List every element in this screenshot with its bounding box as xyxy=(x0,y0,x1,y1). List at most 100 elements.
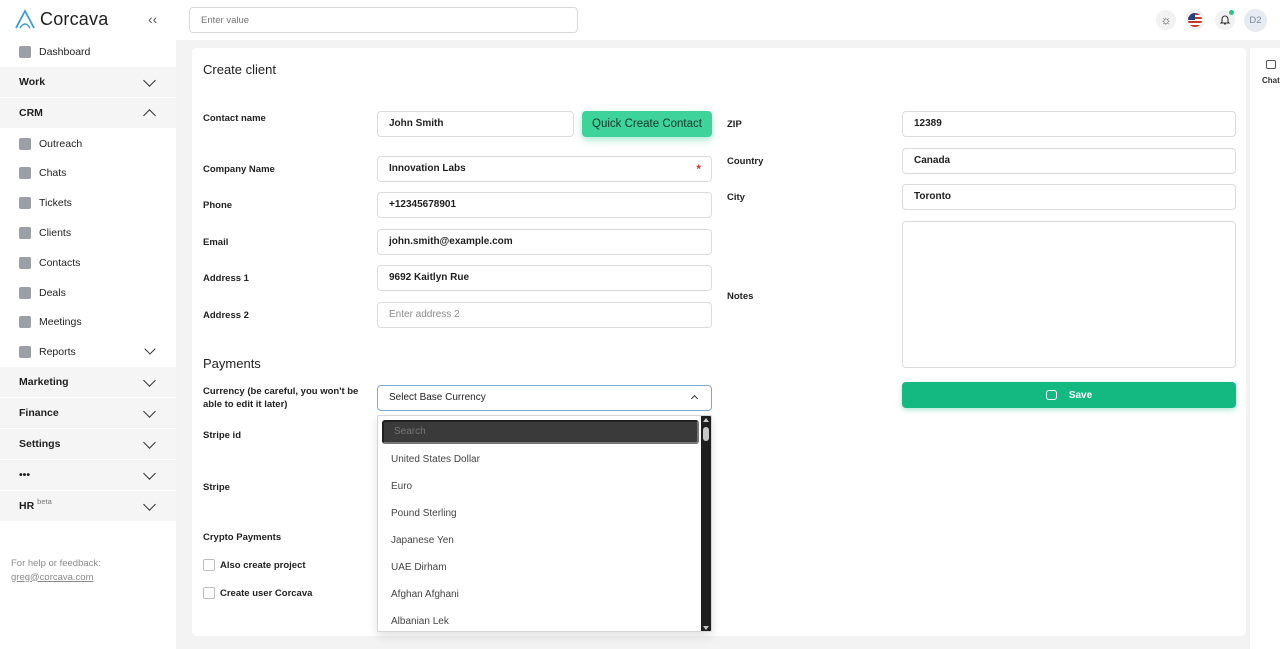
sidebar-item-label: Deals xyxy=(39,286,66,299)
save-button-label: Save xyxy=(1068,389,1093,401)
tickets-icon xyxy=(19,197,31,210)
city-label: City xyxy=(727,192,745,203)
save-button[interactable]: Save xyxy=(902,382,1236,408)
page-title: Create client xyxy=(203,62,276,77)
theme-toggle-sun-icon[interactable]: ☼ xyxy=(1156,10,1176,30)
chevron-up-icon xyxy=(143,108,156,122)
sidebar-group-more[interactable]: ••• xyxy=(0,460,176,492)
currency-option[interactable]: Euro xyxy=(378,473,702,500)
sidebar-group-settings[interactable]: Settings xyxy=(0,429,176,461)
sidebar-group-label: Settings xyxy=(19,438,61,451)
sidebar-item-chats[interactable]: Chats xyxy=(0,159,176,189)
sidebar-group-work[interactable]: Work xyxy=(0,66,176,98)
corcava-logo-icon xyxy=(15,9,35,29)
sidebar-item-label: Tickets xyxy=(39,197,72,210)
create-user-label: Create user Corcava xyxy=(220,588,313,599)
help-text: For help or feedback: xyxy=(11,558,101,569)
sidebar-group-hr[interactable]: HR beta xyxy=(0,491,176,523)
beta-badge: beta xyxy=(37,496,52,506)
currency-option[interactable]: Afghan Afghani xyxy=(378,581,702,608)
phone-label: Phone xyxy=(203,200,233,211)
user-avatar[interactable]: D2 xyxy=(1244,9,1267,32)
notification-dot xyxy=(1229,10,1234,15)
clients-icon xyxy=(19,227,31,240)
currency-option[interactable]: Pound Sterling xyxy=(378,500,702,527)
sidebar-item-label: Outreach xyxy=(39,137,83,150)
currency-option[interactable]: Albanian Lek xyxy=(378,608,702,631)
sidebar-group-label: HR xyxy=(19,500,35,513)
sidebar-item-reports[interactable]: Reports xyxy=(0,337,176,367)
crypto-payments-label: Crypto Payments xyxy=(203,532,282,543)
create-user-checkbox[interactable] xyxy=(203,587,215,599)
sidebar-item-label: Reports xyxy=(39,346,76,359)
city-field[interactable]: Toronto xyxy=(902,184,1236,210)
currency-dropdown: United States Dollar Euro Pound Sterling… xyxy=(377,415,712,632)
contact-name-field[interactable]: John Smith xyxy=(377,111,574,137)
currency-select-value: Select Base Currency xyxy=(389,392,486,403)
help-feedback: For help or feedback: greg@corcava.com xyxy=(11,557,101,584)
dropdown-scrollbar[interactable] xyxy=(701,416,711,631)
also-create-project-checkbox[interactable] xyxy=(203,559,215,571)
chevron-down-icon xyxy=(143,498,156,512)
email-field[interactable]: john.smith@example.com xyxy=(377,229,712,255)
chats-icon xyxy=(19,167,31,180)
address1-field[interactable]: 9692 Kaitlyn Rue xyxy=(377,265,712,291)
company-name-field[interactable]: Innovation Labs * xyxy=(377,156,712,182)
payments-heading: Payments xyxy=(203,356,261,371)
country-label: Country xyxy=(727,156,764,167)
scroll-down-arrow-icon[interactable] xyxy=(703,626,709,630)
company-name-value: Innovation Labs xyxy=(389,163,466,174)
topbar: ☼ D2 xyxy=(176,0,1280,40)
chat-icon xyxy=(1266,60,1276,69)
outreach-icon xyxy=(19,137,31,150)
scroll-up-arrow-icon[interactable] xyxy=(703,418,709,422)
sidebar-group-crm[interactable]: CRM xyxy=(0,97,176,129)
sidebar-item-dashboard[interactable]: Dashboard xyxy=(0,37,176,67)
help-email-link[interactable]: greg@corcava.com xyxy=(11,571,101,585)
quick-create-contact-button[interactable]: Quick Create Contact xyxy=(582,111,712,137)
sidebar-item-clients[interactable]: Clients xyxy=(0,218,176,248)
global-search-input[interactable] xyxy=(189,7,578,33)
contact-name-label: Contact name xyxy=(203,113,266,124)
sidebar-item-contacts[interactable]: Contacts xyxy=(0,248,176,278)
sidebar-group-finance[interactable]: Finance xyxy=(0,398,176,430)
chevron-down-icon xyxy=(143,374,156,388)
currency-option[interactable]: Japanese Yen xyxy=(378,527,702,554)
notes-textarea[interactable] xyxy=(902,221,1236,368)
sidebar-item-label: Contacts xyxy=(39,256,81,269)
sidebar-group-label: Marketing xyxy=(19,376,69,389)
sidebar-item-tickets[interactable]: Tickets xyxy=(0,188,176,218)
language-flag-icon[interactable] xyxy=(1185,10,1205,30)
also-create-project-label: Also create project xyxy=(220,560,306,571)
collapse-sidebar-icon[interactable]: ‹‹ xyxy=(148,12,160,26)
currency-search-input[interactable] xyxy=(382,420,699,444)
address2-field[interactable]: Enter address 2 xyxy=(377,302,712,328)
sidebar-item-meetings[interactable]: Meetings xyxy=(0,308,176,338)
phone-field[interactable]: +12345678901 xyxy=(377,192,712,218)
address2-label: Address 2 xyxy=(203,310,249,321)
sidebar-group-marketing[interactable]: Marketing xyxy=(0,367,176,399)
sidebar-item-label: Chats xyxy=(39,167,67,180)
brand[interactable]: Corcava xyxy=(14,8,108,30)
dashboard-icon xyxy=(19,45,31,58)
sidebar: Corcava ‹‹ Dashboard Work CRM Outreach C… xyxy=(0,0,176,649)
currency-option[interactable]: United States Dollar xyxy=(378,446,702,473)
scrollbar-thumb[interactable] xyxy=(703,427,709,441)
us-flag-icon xyxy=(1188,13,1202,27)
save-icon xyxy=(1045,390,1057,400)
sidebar-item-outreach[interactable]: Outreach xyxy=(0,129,176,159)
meetings-icon xyxy=(19,316,31,329)
currency-select[interactable]: Select Base Currency xyxy=(377,385,712,411)
sidebar-item-deals[interactable]: Deals xyxy=(0,278,176,308)
currency-option[interactable]: UAE Dirham xyxy=(378,554,702,581)
sidebar-group-label: CRM xyxy=(19,106,43,119)
sidebar-item-label: Clients xyxy=(39,227,72,240)
chat-rail[interactable]: Chat xyxy=(1250,48,1280,649)
stripe-label: Stripe xyxy=(203,482,230,493)
create-client-card: Create client Contact name John Smith Qu… xyxy=(192,48,1246,636)
reports-icon xyxy=(19,346,31,359)
chevron-down-icon xyxy=(143,73,156,87)
country-field[interactable]: Canada xyxy=(902,148,1236,174)
zip-field[interactable]: 12389 xyxy=(902,111,1236,137)
stripe-id-label: Stripe id xyxy=(203,430,242,441)
